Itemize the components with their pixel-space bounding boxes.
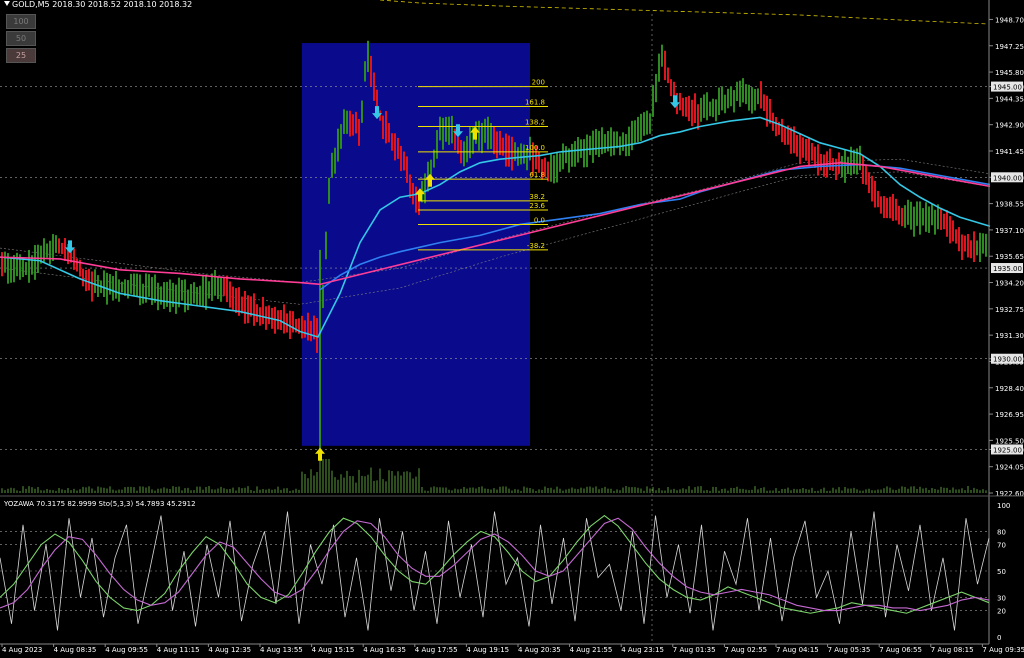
price-tick-label: 1934.20	[995, 280, 1024, 288]
price-tick-label: 1941.45	[995, 148, 1024, 156]
indicator-level-label: 70	[997, 542, 1006, 550]
oscillator-line	[0, 517, 990, 612]
time-tick-label: 4 Aug 20:35	[518, 646, 561, 654]
price-box-label: 1925.00	[993, 446, 1022, 454]
fib-level-label: 161.8	[525, 99, 545, 107]
zoom-button-25[interactable]: 25	[6, 48, 36, 63]
price-tick-label: 1932.75	[995, 306, 1024, 314]
sell-arrow-icon	[670, 95, 680, 109]
time-tick-label: 4 Aug 13:55	[260, 646, 303, 654]
price-tick-label: 1935.65	[995, 253, 1024, 261]
price-tick-label: 1928.40	[995, 385, 1024, 393]
time-tick-label: 4 Aug 15:15	[312, 646, 355, 654]
upper-level-line	[379, 0, 990, 25]
time-tick-label: 4 Aug 11:15	[157, 646, 200, 654]
indicator-level-label: 30	[997, 594, 1006, 602]
time-tick-label: 4 Aug 12:35	[208, 646, 251, 654]
price-box-label: 1940.00	[993, 174, 1022, 182]
time-tick-label: 7 Aug 08:15	[931, 646, 974, 654]
price-tick-label: 1925.50	[995, 437, 1024, 445]
time-tick-label: 7 Aug 04:15	[776, 646, 819, 654]
fib-level-label: 200	[532, 79, 545, 87]
time-tick-label: 4 Aug 16:35	[363, 646, 406, 654]
price-tick-label: 1942.90	[995, 122, 1024, 130]
ohlc-values: 2018.30 2018.52 2018.10 2018.32	[52, 0, 193, 9]
time-tick-label: 4 Aug 17:55	[415, 646, 458, 654]
price-box-label: 1935.00	[993, 265, 1022, 273]
price-tick-label: 1945.80	[995, 69, 1024, 77]
time-tick-label: 7 Aug 05:35	[828, 646, 871, 654]
chart-header: GOLD,M5 2018.30 2018.52 2018.10 2018.32	[0, 0, 192, 14]
time-tick-label: 4 Aug 19:15	[466, 646, 509, 654]
time-tick-label: 4 Aug 21:55	[570, 646, 613, 654]
price-tick-label: 1926.95	[995, 411, 1024, 419]
fib-level-label: 38.2	[529, 193, 545, 201]
price-tick-label: 1937.10	[995, 227, 1024, 235]
time-tick-label: 4 Aug 23:15	[621, 646, 664, 654]
price-box-label: 1930.00	[993, 356, 1022, 364]
zoom-button-50[interactable]: 50	[6, 31, 36, 46]
price-box-label: 1945.00	[993, 84, 1022, 92]
symbol-label: GOLD,M5	[12, 0, 50, 9]
price-tick-label: 1922.60	[995, 490, 1024, 498]
fib-level-label: 138.2	[525, 118, 545, 126]
zoom-button-100[interactable]: 100	[6, 14, 36, 29]
time-tick-label: 7 Aug 09:35	[982, 646, 1024, 654]
fib-level-label: -38.2	[527, 242, 545, 250]
time-tick-label: 7 Aug 01:35	[673, 646, 716, 654]
fib-level-label: 100.0	[525, 144, 545, 152]
price-tick-label: 1931.30	[995, 332, 1024, 340]
time-tick-label: 4 Aug 2023	[2, 646, 42, 654]
oscillator-line	[0, 514, 990, 614]
price-tick-label: 1944.35	[995, 95, 1024, 103]
time-tick-label: 7 Aug 02:55	[724, 646, 767, 654]
indicator-level-label: 0	[997, 634, 1001, 642]
price-tick-label: 1938.55	[995, 201, 1024, 209]
indicator-level-label: 20	[997, 608, 1006, 616]
fib-level-label: 61.8	[529, 171, 545, 179]
chart-stage: 200 161.8 138.2 100.0 61.8 38.2 23.6 0.0 -38.2 19…	[0, 0, 1024, 654]
time-tick-label: 4 Aug 09:55	[105, 646, 148, 654]
price-tick-label: 1924.05	[995, 464, 1024, 472]
time-tick-label: 7 Aug 06:55	[879, 646, 922, 654]
time-tick-label: 4 Aug 08:35	[54, 646, 97, 654]
price-tick-label: 1947.25	[995, 43, 1024, 51]
price-tick-label: 1948.70	[995, 16, 1024, 24]
indicator-header: YOZAWA 70.3175 82.9999 Sto(5,3,3) 54.789…	[4, 500, 196, 508]
indicator-level-label: 50	[997, 568, 1006, 576]
fib-zone	[302, 43, 530, 446]
fib-level-label: 23.6	[529, 202, 545, 210]
indicator-level-label: 80	[997, 528, 1006, 536]
fib-level-label: 0.0	[534, 216, 545, 224]
indicator-level-label: 100	[997, 502, 1010, 510]
symbol-dropdown-icon[interactable]	[4, 1, 10, 6]
price-chart[interactable]: 200161.8138.2100.061.838.223.60.0-38.219…	[0, 0, 1024, 654]
